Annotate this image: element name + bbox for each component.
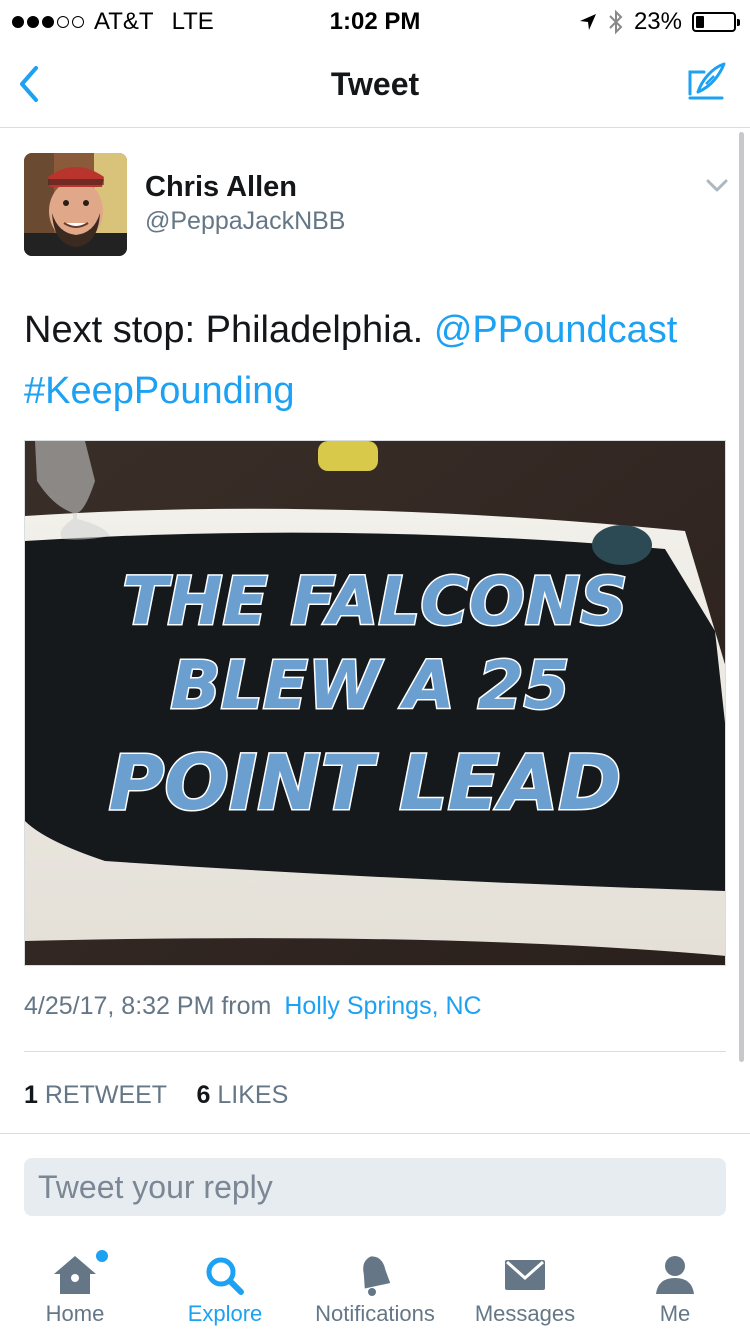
- from-label: from: [221, 992, 272, 1020]
- sign-line-3: POINT LEAD: [109, 738, 622, 827]
- battery-icon: [692, 12, 740, 32]
- tab-notifications[interactable]: Notifications: [300, 1240, 450, 1334]
- page-title: Tweet: [330, 66, 420, 102]
- tab-me[interactable]: Me: [600, 1240, 750, 1334]
- tab-explore[interactable]: Explore: [150, 1240, 300, 1334]
- reply-input[interactable]: Tweet your reply: [24, 1158, 726, 1216]
- tab-home[interactable]: Home: [0, 1240, 150, 1334]
- retweet-label: RETWEET: [44, 1081, 167, 1109]
- chevron-down-icon[interactable]: [706, 178, 728, 194]
- retweet-count: 1: [24, 1081, 38, 1109]
- location-link[interactable]: Holly Springs, NC: [284, 992, 481, 1020]
- tweet-text-plain: Next stop: Philadelphia.: [24, 309, 424, 351]
- retweet-stat[interactable]: 1 RETWEET: [24, 1081, 167, 1109]
- status-right: 23%: [578, 8, 740, 36]
- likes-stat[interactable]: 6 LIKES: [197, 1081, 289, 1109]
- scrollbar[interactable]: [739, 132, 744, 1062]
- like-count: 6: [196, 1081, 211, 1109]
- sign-line-2: BLEW A 25: [170, 647, 569, 724]
- tweet-stats: 1 RETWEET 6 LIKES: [24, 1081, 288, 1110]
- tab-label-me: Me: [659, 1301, 691, 1326]
- home-icon: [54, 1256, 96, 1294]
- mention-link[interactable]: @PPoundcast: [434, 309, 678, 351]
- nav-bar: Tweet: [0, 40, 750, 128]
- status-bar: AT&T LTE 1:02 PM 23%: [0, 0, 750, 40]
- location-arrow-icon: [579, 14, 596, 30]
- tab-label-explore: Explore: [187, 1301, 263, 1326]
- bell-icon: [363, 1256, 391, 1296]
- notification-badge: [96, 1250, 108, 1262]
- sign-line-1: THE FALCONS: [122, 563, 627, 640]
- envelope-icon: [505, 1260, 545, 1290]
- tweet-photo[interactable]: THE FALCONS BLEW A 25 POINT LEAD: [24, 440, 726, 966]
- tab-label-messages: Messages: [474, 1301, 576, 1326]
- tab-label-home: Home: [45, 1301, 105, 1326]
- divider: [0, 1133, 750, 1134]
- avatar[interactable]: [24, 153, 127, 256]
- search-icon: [206, 1257, 244, 1295]
- tab-bar: Home Explore Notifications Messages Me: [0, 1240, 750, 1334]
- battery-percent: 23%: [633, 8, 682, 35]
- tab-messages[interactable]: Messages: [450, 1240, 600, 1334]
- author-name[interactable]: Chris Allen: [145, 171, 297, 204]
- bluetooth-icon: [609, 9, 623, 35]
- person-icon: [656, 1256, 694, 1294]
- tweet-meta: 4/25/17, 8:32 PM from Holly Springs, NC: [24, 992, 482, 1021]
- tab-label-notifications: Notifications: [315, 1301, 435, 1326]
- likes-label: LIKES: [217, 1081, 289, 1109]
- tweet-text: Next stop: Philadelphia. @PPoundcast #Ke…: [24, 300, 724, 422]
- author-handle[interactable]: @PeppaJackNBB: [145, 207, 345, 236]
- divider: [24, 1051, 726, 1052]
- tweet-timestamp: 4/25/17, 8:32 PM: [24, 992, 215, 1020]
- hashtag-link[interactable]: #KeepPounding: [24, 370, 294, 412]
- compose-quill-icon[interactable]: [684, 60, 728, 104]
